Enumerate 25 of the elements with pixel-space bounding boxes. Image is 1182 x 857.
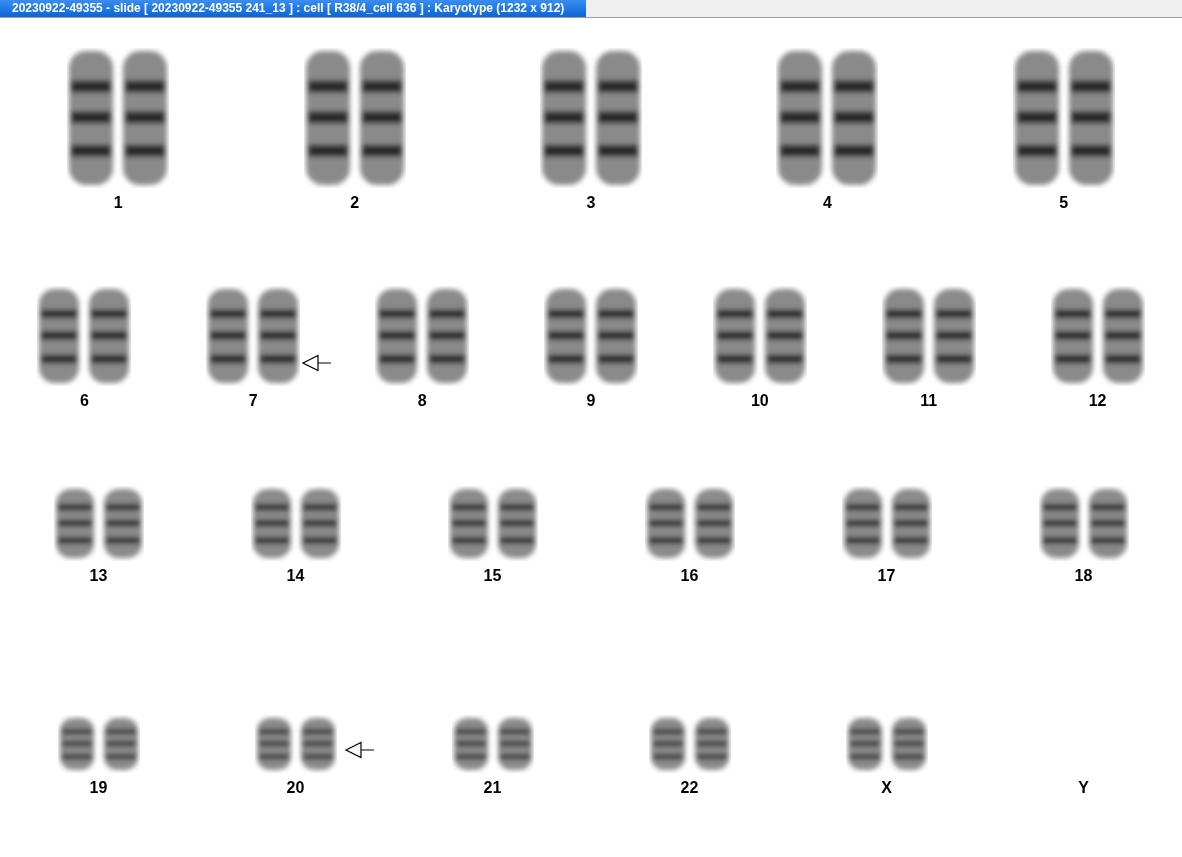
- chromosome-label: 18: [1074, 567, 1093, 585]
- chromosome-label: 17: [877, 567, 896, 585]
- chromosome-label: 9: [586, 392, 596, 410]
- chromosome-label: 6: [79, 392, 89, 410]
- chromosome-label: 2: [350, 194, 360, 212]
- chromosome-label: 1: [113, 194, 123, 212]
- chromosome-label: 16: [680, 567, 699, 585]
- chromosome-label: 10: [750, 392, 769, 410]
- chromosome-label: 15: [483, 567, 502, 585]
- chromosome-label: 4: [822, 194, 832, 212]
- chromosome-label: 13: [89, 567, 108, 585]
- chromosome-label: 22: [680, 779, 699, 797]
- chromosome-label: X: [881, 779, 892, 797]
- chromosome-label: 5: [1059, 194, 1069, 212]
- chromosome-label: 20: [286, 779, 305, 797]
- chromosome-label: 14: [286, 567, 305, 585]
- chromosome-label: 11: [920, 392, 938, 410]
- chromosome-label: 21: [483, 779, 502, 797]
- chromosome-label: 8: [417, 392, 427, 410]
- chromosome-label: Y: [1078, 779, 1089, 797]
- chromosome-label: 3: [586, 194, 596, 212]
- window-title: 20230922-49355 - slide [ 20230922-49355 241_13 ] : cell [ R38/4_cell 636 ] : Karyotype (1232 x 912): [0, 0, 587, 17]
- chromosome-label: 7: [248, 392, 258, 410]
- chromosome-label: 19: [89, 779, 108, 797]
- chromosome-label: 12: [1088, 392, 1107, 410]
